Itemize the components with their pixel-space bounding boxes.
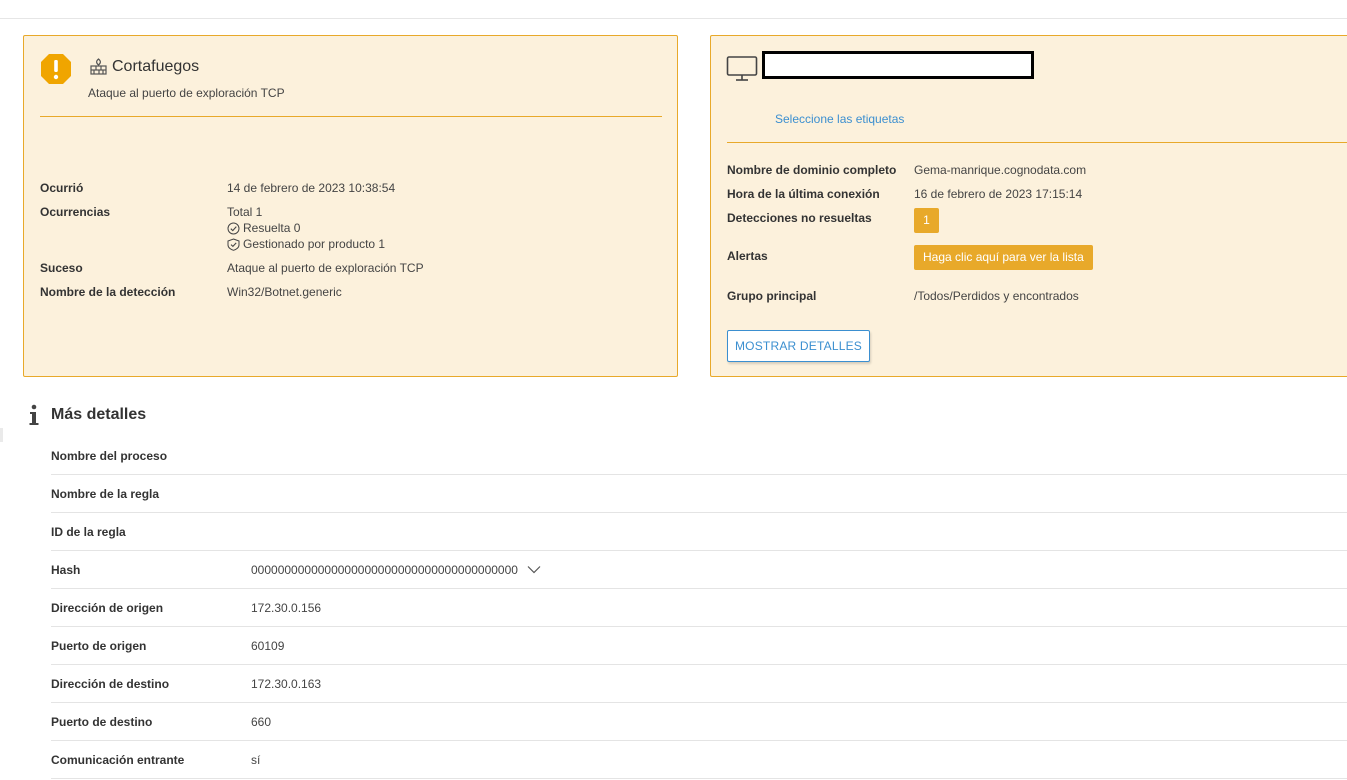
table-row: ID de la regla <box>51 513 1347 551</box>
info-icon <box>29 404 39 425</box>
more-details-title: Más detalles <box>51 406 147 423</box>
destination-port-label: Puerto de destino <box>51 714 153 729</box>
alerts-label: Alertas <box>727 249 768 263</box>
view-alerts-button[interactable]: Haga clic aquí para ver la lista <box>914 245 1093 270</box>
occurrences-row: Ocurrencias Total 1 Resuelta 0 Gestionad… <box>40 205 660 252</box>
source-port-label: Puerto de origen <box>51 638 147 653</box>
select-tags-link[interactable]: Seleccione las etiquetas <box>775 112 904 126</box>
unresolved-count-badge[interactable]: 1 <box>914 208 939 233</box>
occurrences-resolved-line: Resuelta 0 <box>227 221 385 236</box>
process-name-label: Nombre del proceso <box>51 448 168 463</box>
card-divider <box>727 142 1347 143</box>
rule-id-label: ID de la regla <box>51 524 126 539</box>
event-label: Suceso <box>40 261 83 275</box>
occurrences-values: Total 1 Resuelta 0 Gestionado por produc… <box>227 205 385 252</box>
last-connection-label: Hora de la última conexión <box>727 187 880 201</box>
fqdn-label: Nombre de dominio completo <box>727 163 897 177</box>
occurrences-total: Total 1 <box>227 205 263 219</box>
destination-port-value: 660 <box>251 714 272 729</box>
source-address-value: 172.30.0.156 <box>251 600 322 615</box>
unresolved-label: Detecciones no resueltas <box>727 211 872 225</box>
table-row: Comunicación entrante sí <box>51 741 1347 779</box>
occurrences-managed: Gestionado por producto 1 <box>243 237 386 251</box>
top-divider <box>0 18 1347 19</box>
alerts-value-wrap: Haga clic aquí para ver la lista <box>914 245 1093 270</box>
unresolved-value-wrap: 1 <box>914 208 939 233</box>
occurrences-label: Ocurrencias <box>40 205 111 219</box>
hash-label: Hash <box>51 562 81 577</box>
table-row: Hash 00000000000000000000000000000000000… <box>51 551 1347 589</box>
computer-name-redacted <box>762 51 1034 79</box>
shield-check-icon <box>227 238 240 251</box>
more-details-header: Más detalles <box>27 404 146 426</box>
fqdn-value: Gema-manrique.cognodata.com <box>914 163 1087 177</box>
detection-subtitle: Ataque al puerto de exploración TCP <box>88 86 285 100</box>
computer-info: Nombre de dominio completo Gema-manrique… <box>727 163 1347 313</box>
destination-address-value: 172.30.0.163 <box>251 676 322 691</box>
group-label: Grupo principal <box>727 289 817 303</box>
inbound-communication-value: sí <box>251 752 261 767</box>
last-connection-value: 16 de febrero de 2023 17:15:14 <box>914 187 1083 201</box>
destination-address-label: Dirección de destino <box>51 676 170 691</box>
inbound-communication-label: Comunicación entrante <box>51 752 185 767</box>
chevron-down-icon[interactable] <box>527 565 541 574</box>
alerts-row: Alertas Haga clic aquí para ver la lista <box>727 245 1347 270</box>
firewall-icon <box>90 58 107 75</box>
table-row: Nombre de la regla <box>51 475 1347 513</box>
left-edge-tab[interactable] <box>0 428 3 442</box>
last-connection-row: Hora de la última conexión 16 de febrero… <box>727 187 1347 202</box>
fqdn-row: Nombre de dominio completo Gema-manrique… <box>727 163 1347 178</box>
group-value: /Todos/Perdidos y encontrados <box>914 289 1079 303</box>
detection-name-value: Win32/Botnet.generic <box>227 285 342 299</box>
occurrences-managed-line: Gestionado por producto 1 <box>227 237 385 252</box>
group-row: Grupo principal /Todos/Perdidos y encont… <box>727 289 1347 304</box>
occurred-label: Ocurrió <box>40 181 84 195</box>
occurrences-resolved: Resuelta 0 <box>243 221 301 235</box>
computer-card: Seleccione las etiquetas Nombre de domin… <box>710 35 1347 377</box>
event-value: Ataque al puerto de exploración TCP <box>227 261 424 275</box>
event-row: Suceso Ataque al puerto de exploración T… <box>40 261 660 276</box>
hash-value: 0000000000000000000000000000000000000000 <box>251 562 518 577</box>
table-row: Puerto de destino 660 <box>51 703 1347 741</box>
check-circle-icon <box>227 222 240 235</box>
card-divider <box>40 116 662 117</box>
detection-title: Cortafuegos <box>112 58 200 75</box>
detection-name-row: Nombre de la detección Win32/Botnet.gene… <box>40 285 660 300</box>
more-details-table: Nombre del proceso Nombre de la regla ID… <box>51 437 1347 779</box>
detection-name-label: Nombre de la detección <box>40 285 176 299</box>
source-address-label: Dirección de origen <box>51 600 164 615</box>
detection-info: Ocurrió 14 de febrero de 2023 10:38:54 O… <box>40 181 660 309</box>
table-row: Puerto de origen 60109 <box>51 627 1347 665</box>
table-row: Nombre del proceso <box>51 437 1347 475</box>
rule-name-label: Nombre de la regla <box>51 486 160 501</box>
source-port-value: 60109 <box>251 638 285 653</box>
hash-value-wrap: 0000000000000000000000000000000000000000 <box>251 563 541 577</box>
monitor-icon <box>726 56 758 81</box>
show-details-button[interactable]: MOSTRAR DETALLES <box>727 330 870 362</box>
occurred-value: 14 de febrero de 2023 10:38:54 <box>227 181 396 195</box>
table-row: Dirección de origen 172.30.0.156 <box>51 589 1347 627</box>
table-row: Dirección de destino 172.30.0.163 <box>51 665 1347 703</box>
occurred-row: Ocurrió 14 de febrero de 2023 10:38:54 <box>40 181 660 196</box>
warning-icon <box>41 54 71 84</box>
unresolved-row: Detecciones no resueltas 1 <box>727 208 1347 233</box>
detection-card: Cortafuegos Ataque al puerto de explorac… <box>23 35 678 377</box>
